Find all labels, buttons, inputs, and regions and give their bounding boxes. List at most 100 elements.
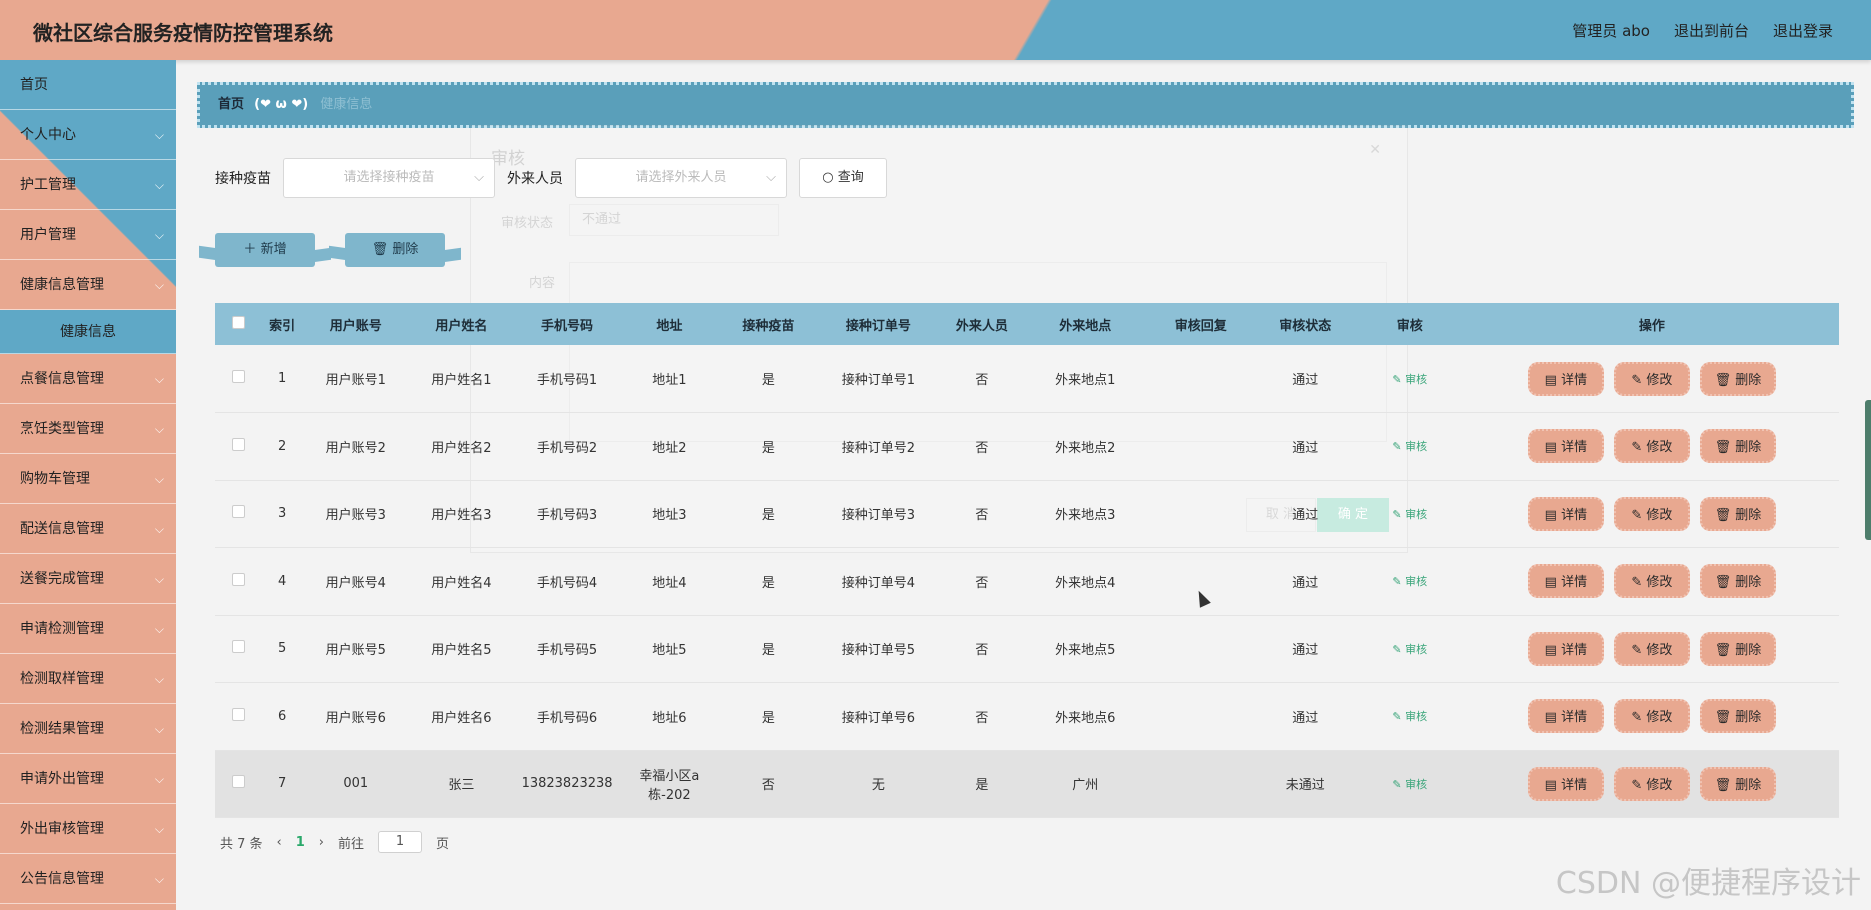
sidebar-item[interactable]: 公告信息管理 ⌵: [0, 854, 176, 904]
delete-button[interactable]: 🗑 删除: [1699, 699, 1776, 734]
delete-button-label: 删除: [1735, 507, 1762, 523]
trash-icon: 🗑: [1714, 440, 1736, 456]
audit-link[interactable]: ✎ 审核: [1392, 440, 1427, 453]
row-checkbox[interactable]: [231, 437, 245, 451]
vaccine-select[interactable]: 请选择接种疫苗 ⌵: [283, 158, 495, 198]
detail-button[interactable]: ▤ 详情: [1527, 564, 1604, 599]
sidebar-item[interactable]: 用户管理 ⌵: [0, 210, 176, 260]
sidebar-item-label: 检测取样管理: [20, 671, 104, 687]
sidebar-item[interactable]: 烹饪类型管理 ⌵: [0, 404, 176, 454]
audit-link[interactable]: ✎ 审核: [1392, 575, 1427, 588]
delete-button[interactable]: 🗑 删除: [1699, 564, 1776, 599]
row-checkbox[interactable]: [231, 707, 245, 721]
delete-button[interactable]: 🗑 删除: [1699, 361, 1776, 396]
delete-button[interactable]: 🗑 删除: [1699, 766, 1776, 801]
detail-button[interactable]: ▤ 详情: [1527, 699, 1604, 734]
row-checkbox[interactable]: [231, 775, 245, 789]
edit-button[interactable]: ✎ 修改: [1613, 631, 1690, 666]
cell-phone: 手机号码5: [514, 615, 620, 683]
cell-addr: 地址3: [619, 480, 719, 548]
sidebar-item[interactable]: 个人中心 ⌵: [0, 110, 176, 160]
audit-link-label: 审核: [1405, 372, 1428, 386]
delete-button[interactable]: 🗑 删除: [1699, 429, 1776, 464]
breadcrumb-home[interactable]: 首页: [218, 97, 244, 112]
row-select-cell: [215, 412, 262, 481]
add-button[interactable]: ＋ 新增: [215, 233, 315, 267]
batch-delete-button[interactable]: 🗑 删除: [345, 233, 445, 267]
chevron-down-icon: ⌵: [154, 178, 164, 192]
side-scroll-handle[interactable]: [1865, 400, 1871, 540]
page-number[interactable]: 1: [296, 835, 305, 850]
cell-addr: 地址5: [619, 615, 719, 683]
visitor-select[interactable]: 请选择外来人员 ⌵: [575, 158, 787, 198]
edit-button[interactable]: ✎ 修改: [1613, 766, 1690, 801]
sidebar-item[interactable]: 护工管理 ⌵: [0, 160, 176, 210]
row-checkbox[interactable]: [231, 640, 245, 654]
edit-icon: ✎: [1392, 372, 1406, 386]
edit-button[interactable]: ✎ 修改: [1613, 564, 1690, 599]
edit-button[interactable]: ✎ 修改: [1613, 699, 1690, 734]
sidebar-item[interactable]: 首页: [0, 60, 176, 110]
cell-order: 接种订单号4: [817, 547, 939, 616]
cell-order: 无: [817, 750, 939, 818]
sidebar-item[interactable]: 检测取样管理 ⌵: [0, 654, 176, 704]
audit-link[interactable]: ✎ 审核: [1392, 373, 1427, 386]
dialog-status-select: 不通过: [569, 204, 779, 236]
prev-page-icon[interactable]: ‹: [277, 835, 282, 850]
edit-button[interactable]: ✎ 修改: [1613, 361, 1690, 396]
edit-button[interactable]: ✎ 修改: [1613, 496, 1690, 531]
cell-idx: 3: [261, 480, 303, 548]
sidebar-item-label: 护工管理: [20, 177, 76, 193]
audit-link[interactable]: ✎ 审核: [1392, 778, 1427, 791]
delete-button[interactable]: 🗑 删除: [1699, 631, 1776, 666]
chevron-down-icon: ⌵: [154, 572, 164, 586]
row-select-cell: [215, 547, 262, 616]
detail-button[interactable]: ▤ 详情: [1527, 766, 1604, 801]
edit-button-label: 修改: [1646, 710, 1673, 726]
row-checkbox[interactable]: [231, 572, 245, 586]
detail-button[interactable]: ▤ 详情: [1527, 429, 1604, 464]
audit-link[interactable]: ✎ 审核: [1392, 508, 1427, 521]
sidebar-item[interactable]: 申请外出管理 ⌵: [0, 754, 176, 804]
detail-button-label: 详情: [1561, 642, 1588, 658]
edit-button[interactable]: ✎ 修改: [1613, 429, 1690, 464]
audit-link[interactable]: ✎ 审核: [1392, 643, 1427, 656]
sidebar-item[interactable]: 申请检测管理 ⌵: [0, 604, 176, 654]
next-page-icon[interactable]: ›: [319, 835, 324, 850]
sidebar-item[interactable]: 配送信息管理 ⌵: [0, 504, 176, 554]
audit-link[interactable]: ✎ 审核: [1392, 710, 1427, 723]
sidebar-item[interactable]: 外出审核管理 ⌵: [0, 804, 176, 854]
trash-icon: 🗑: [1714, 575, 1736, 591]
cell-status: 未通过: [1255, 750, 1355, 818]
sidebar-item[interactable]: 检测结果管理 ⌵: [0, 704, 176, 754]
detail-button[interactable]: ▤ 详情: [1527, 361, 1604, 396]
detail-button[interactable]: ▤ 详情: [1527, 496, 1604, 531]
row-checkbox[interactable]: [231, 370, 245, 383]
visitor-select-placeholder: 请选择外来人员: [635, 170, 727, 185]
sidebar-item[interactable]: 健康信息管理 ⌵: [0, 260, 176, 310]
edit-icon: ✎: [1631, 372, 1647, 388]
cell-name: 用户姓名4: [408, 547, 515, 616]
detail-button[interactable]: ▤ 详情: [1527, 631, 1604, 666]
logout-link[interactable]: 退出登录: [1773, 20, 1833, 41]
cell-idx: 7: [261, 750, 303, 818]
search-button[interactable]: ○ 查询: [799, 158, 887, 198]
delete-button-label: 删除: [1735, 372, 1762, 388]
sidebar-item-label: 健康信息: [60, 324, 116, 340]
sidebar-item[interactable]: 送餐完成管理 ⌵: [0, 554, 176, 604]
sidebar-item[interactable]: 点餐信息管理 ⌵: [0, 354, 176, 404]
sidebar-item[interactable]: 健康信息: [0, 310, 176, 354]
back-to-front-link[interactable]: 退出到前台: [1674, 20, 1749, 41]
sidebar-item[interactable]: 购物车管理 ⌵: [0, 454, 176, 504]
document-icon: ▤: [1544, 440, 1562, 456]
breadcrumb-face: (❤ ω ❤): [254, 97, 309, 112]
select-all-checkbox[interactable]: [231, 315, 245, 329]
goto-page-input[interactable]: 1: [378, 831, 423, 853]
admin-user-label: 管理员 abo: [1572, 22, 1650, 40]
delete-button[interactable]: 🗑 删除: [1699, 496, 1776, 531]
cell-vac: 是: [718, 547, 818, 616]
dialog-content-label: 内容: [529, 276, 556, 291]
plus-icon: ＋: [243, 242, 257, 257]
row-checkbox[interactable]: [231, 505, 245, 519]
visitor-filter-label: 外来人员: [507, 171, 563, 187]
